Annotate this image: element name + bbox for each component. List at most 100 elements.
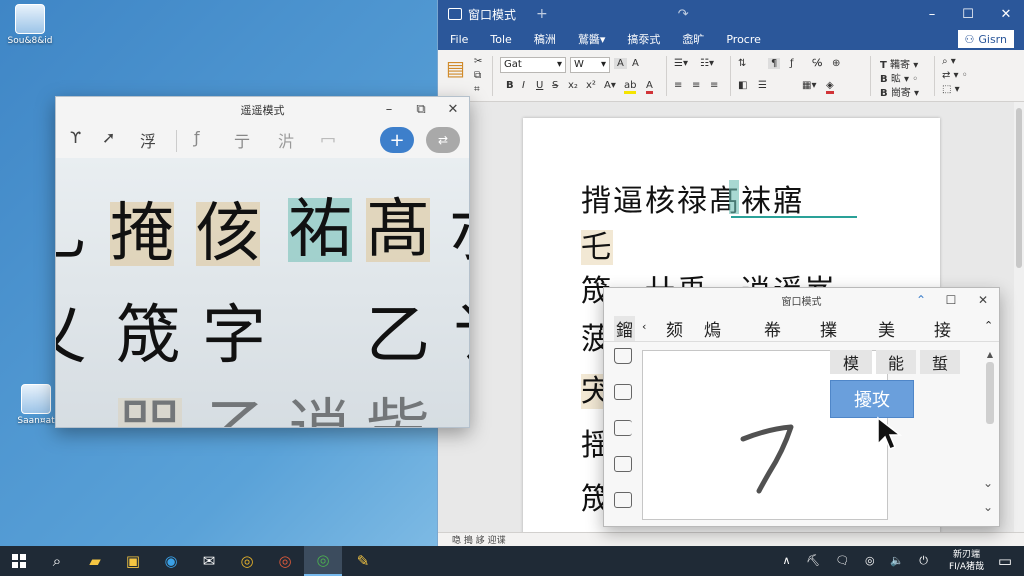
- notification-icon[interactable]: ▭: [986, 546, 1024, 576]
- candidate-2[interactable]: 颏: [666, 316, 683, 341]
- text-effects-icon[interactable]: A▾: [604, 80, 616, 91]
- candidate-6[interactable]: 美: [878, 316, 895, 341]
- file-explorer-icon[interactable]: ▰: [76, 546, 114, 576]
- italic-icon[interactable]: I: [522, 80, 525, 91]
- frame-tool-icon[interactable]: 冖: [320, 128, 336, 152]
- menu-item-5[interactable]: 搞沗式: [627, 31, 660, 47]
- close-icon[interactable]: ✕: [968, 288, 998, 312]
- shrink-font-icon[interactable]: A: [632, 58, 639, 69]
- camera-icon[interactable]: [614, 456, 632, 472]
- start-button[interactable]: [0, 546, 38, 576]
- close-icon[interactable]: ✕: [988, 0, 1024, 28]
- subscript-icon[interactable]: x₂: [568, 80, 578, 91]
- handwriting-canvas[interactable]: 乚 掩 侅 祐 髙 朩 乂 筬 字 乙 讠 㗊 乙 逍 胔: [56, 158, 469, 427]
- maximize-icon[interactable]: ☐: [950, 0, 986, 28]
- copy-icon[interactable]: ⧉: [474, 70, 481, 81]
- align-left-icon[interactable]: ≡: [674, 80, 682, 91]
- align-right-icon[interactable]: ≡: [710, 80, 718, 91]
- candidate-3[interactable]: 熓: [704, 316, 721, 341]
- menu-item-4[interactable]: 鷲醬▾: [578, 31, 606, 47]
- paste-icon[interactable]: ▤: [446, 56, 465, 80]
- find-icon[interactable]: ⌕ ▾: [942, 56, 956, 67]
- tray-icons[interactable]: ∧ ⛏ 🗨 ◎ 🔈 ⏻: [783, 554, 934, 568]
- font-size-select[interactable]: W ▾: [570, 57, 610, 73]
- style-option-3[interactable]: B 崗寄 ▾: [880, 84, 919, 99]
- bold-icon[interactable]: B: [506, 80, 514, 91]
- mail-icon[interactable]: ✉: [190, 546, 228, 576]
- redo-icon[interactable]: ↷: [678, 7, 689, 22]
- candidate-4[interactable]: 帣: [764, 316, 781, 341]
- ime-scrollbar-thumb[interactable]: [986, 362, 994, 424]
- shading-icon[interactable]: ◧: [738, 80, 747, 91]
- folder-icon[interactable]: ▣: [114, 546, 152, 576]
- align-center-icon[interactable]: ≡: [692, 80, 700, 91]
- maximize-icon[interactable]: ☐: [936, 288, 966, 312]
- superscript-icon[interactable]: x²: [586, 80, 596, 91]
- chevron-left-icon[interactable]: ‹: [642, 320, 646, 333]
- replace-icon[interactable]: ⇄ ▾ ◦: [942, 70, 968, 81]
- right-candidate-3[interactable]: 蜇: [920, 350, 960, 374]
- minimize-icon[interactable]: –: [374, 97, 404, 122]
- bullets-icon[interactable]: ☰▾: [674, 58, 688, 69]
- text-tool-icon[interactable]: 浮: [140, 128, 156, 152]
- candidate-7[interactable]: 接: [934, 316, 951, 341]
- home-icon[interactable]: [614, 348, 632, 364]
- candidate-1[interactable]: 鎦: [614, 316, 635, 341]
- minimize-icon[interactable]: –: [914, 0, 950, 28]
- right-candidate-1[interactable]: 模: [830, 350, 872, 374]
- numbering-icon[interactable]: ☷▾: [700, 58, 714, 69]
- handwriting-pad[interactable]: [642, 350, 888, 520]
- word-tab-title[interactable]: 窗口模式: [468, 6, 516, 23]
- edge-icon[interactable]: ◉: [152, 546, 190, 576]
- chevron-up-icon[interactable]: ⌃: [984, 319, 993, 332]
- font-color-icon[interactable]: A: [646, 80, 653, 94]
- paint-bucket-icon[interactable]: ◈: [826, 80, 834, 94]
- image-icon[interactable]: [614, 492, 632, 508]
- highlight-icon[interactable]: ab: [624, 80, 637, 94]
- style-icon-a[interactable]: ƒ: [790, 58, 794, 69]
- format-painter-icon[interactable]: ⌗: [474, 84, 480, 95]
- menu-item-3[interactable]: 稿洲: [534, 31, 556, 47]
- chrome-icon[interactable]: ◎: [228, 546, 266, 576]
- add-button[interactable]: +: [380, 127, 414, 153]
- candidate-5[interactable]: 擈: [820, 316, 837, 341]
- line-spacing-icon[interactable]: ☰: [758, 80, 767, 91]
- style-option-2[interactable]: B 昿 ▾ ◦: [880, 70, 918, 85]
- show-marks-icon[interactable]: ¶: [768, 58, 781, 69]
- grid-tool-icon[interactable]: 沜: [278, 128, 294, 152]
- style-icon-b[interactable]: ℅: [812, 58, 822, 69]
- menu-tole[interactable]: Tole: [490, 33, 511, 46]
- font-name-select[interactable]: Gat ▾: [500, 57, 566, 73]
- chevron-down-icon-2[interactable]: ⌄: [983, 500, 993, 514]
- pen-app-icon[interactable]: ✎: [344, 546, 382, 576]
- account-button[interactable]: ⚇ Gisrn: [957, 30, 1014, 48]
- chrome-icon-active[interactable]: ◎: [304, 546, 342, 576]
- strikethrough-icon[interactable]: S̶: [552, 80, 558, 91]
- search-icon[interactable]: ⌕: [38, 546, 76, 576]
- menu-file[interactable]: File: [450, 33, 468, 46]
- clock[interactable]: 新刃端 FI/A猪哉: [949, 549, 984, 573]
- borders-icon[interactable]: ▦▾: [802, 80, 816, 91]
- bracket-icon[interactable]: [614, 420, 632, 436]
- format-tool-icon[interactable]: ƒ: [194, 128, 200, 147]
- menu-item-6[interactable]: 嵞旷: [682, 31, 704, 47]
- select-icon[interactable]: ⬚ ▾: [942, 84, 960, 95]
- chevron-down-icon[interactable]: ⌄: [983, 476, 993, 490]
- arrow-tool-icon[interactable]: ➚: [102, 128, 115, 147]
- close-icon[interactable]: ✕: [438, 97, 468, 122]
- chrome-icon-2[interactable]: ◎: [266, 546, 304, 576]
- selected-candidate[interactable]: 擾攻: [830, 380, 914, 418]
- sort-icon[interactable]: ⇅: [738, 58, 746, 69]
- layout-tool-icon[interactable]: 亍: [234, 128, 250, 152]
- style-icon-c[interactable]: ⊕: [832, 58, 840, 69]
- style-option-1[interactable]: T 鞴寄 ▾: [880, 56, 918, 71]
- pen-tool-icon[interactable]: ϒ: [70, 128, 81, 147]
- square-icon[interactable]: [614, 384, 632, 400]
- grow-font-icon[interactable]: A: [614, 58, 627, 69]
- cut-icon[interactable]: ✂: [474, 56, 482, 67]
- restore-icon[interactable]: ⧉: [406, 97, 436, 122]
- collapse-icon[interactable]: ⌃: [906, 288, 936, 312]
- more-options-button[interactable]: ⇄: [426, 127, 460, 153]
- right-candidate-2[interactable]: 能: [876, 350, 916, 374]
- menu-procre[interactable]: Procre: [726, 33, 761, 46]
